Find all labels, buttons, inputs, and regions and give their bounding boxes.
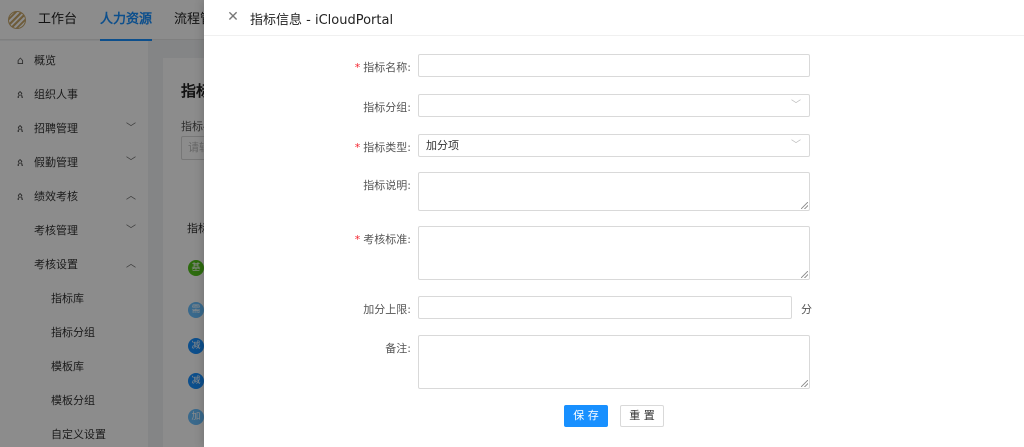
- resize-handle-icon[interactable]: [801, 271, 808, 278]
- field-label-description: 指标说明:: [363, 177, 411, 193]
- resize-handle-icon[interactable]: [801, 380, 808, 387]
- indicator-type-select[interactable]: 加分项 ﹀: [418, 134, 810, 157]
- reset-button[interactable]: 重 置: [620, 405, 664, 427]
- bonus-upper-limit-input[interactable]: [418, 296, 792, 319]
- field-label-text: 指标分组:: [363, 101, 411, 114]
- field-label-group: 指标分组:: [363, 99, 411, 115]
- drawer-header: ✕ 指标信息 - iCloudPortal: [204, 0, 1024, 36]
- select-value: 加分项: [426, 139, 459, 152]
- unit-label: 分: [801, 303, 812, 316]
- field-label-text: 指标说明:: [363, 179, 411, 192]
- save-button[interactable]: 保 存: [564, 405, 608, 427]
- remark-textarea[interactable]: [418, 335, 810, 389]
- field-label-text: 备注:: [385, 342, 411, 355]
- indicator-description-textarea[interactable]: [418, 172, 810, 211]
- assessment-standard-textarea[interactable]: [418, 226, 810, 280]
- indicator-group-select[interactable]: ﹀: [418, 94, 810, 117]
- required-mark: *: [354, 61, 361, 74]
- required-mark: *: [354, 141, 361, 154]
- field-label-standard: * 考核标准:: [355, 231, 411, 247]
- indicator-name-input[interactable]: [418, 54, 810, 77]
- close-icon[interactable]: ✕: [226, 10, 240, 24]
- field-label-name: * 指标名称:: [355, 59, 411, 75]
- field-label-type: * 指标类型:: [355, 139, 411, 155]
- resize-handle-icon[interactable]: [801, 202, 808, 209]
- chevron-down-icon: ﹀: [791, 100, 801, 111]
- field-label-remark: 备注:: [385, 340, 411, 356]
- indicator-drawer: ✕ 指标信息 - iCloudPortal * 指标名称: 指标分组: ﹀ * 指标…: [204, 0, 1024, 447]
- field-label-upper-limit: 加分上限:: [363, 301, 411, 317]
- required-mark: *: [354, 233, 361, 246]
- field-label-text: 加分上限:: [363, 303, 411, 316]
- chevron-down-icon: ﹀: [791, 140, 801, 151]
- field-label-text: 考核标准:: [363, 233, 411, 246]
- field-label-text: 指标名称:: [363, 61, 411, 74]
- field-label-text: 指标类型:: [363, 141, 411, 154]
- drawer-title: 指标信息 - iCloudPortal: [250, 13, 394, 28]
